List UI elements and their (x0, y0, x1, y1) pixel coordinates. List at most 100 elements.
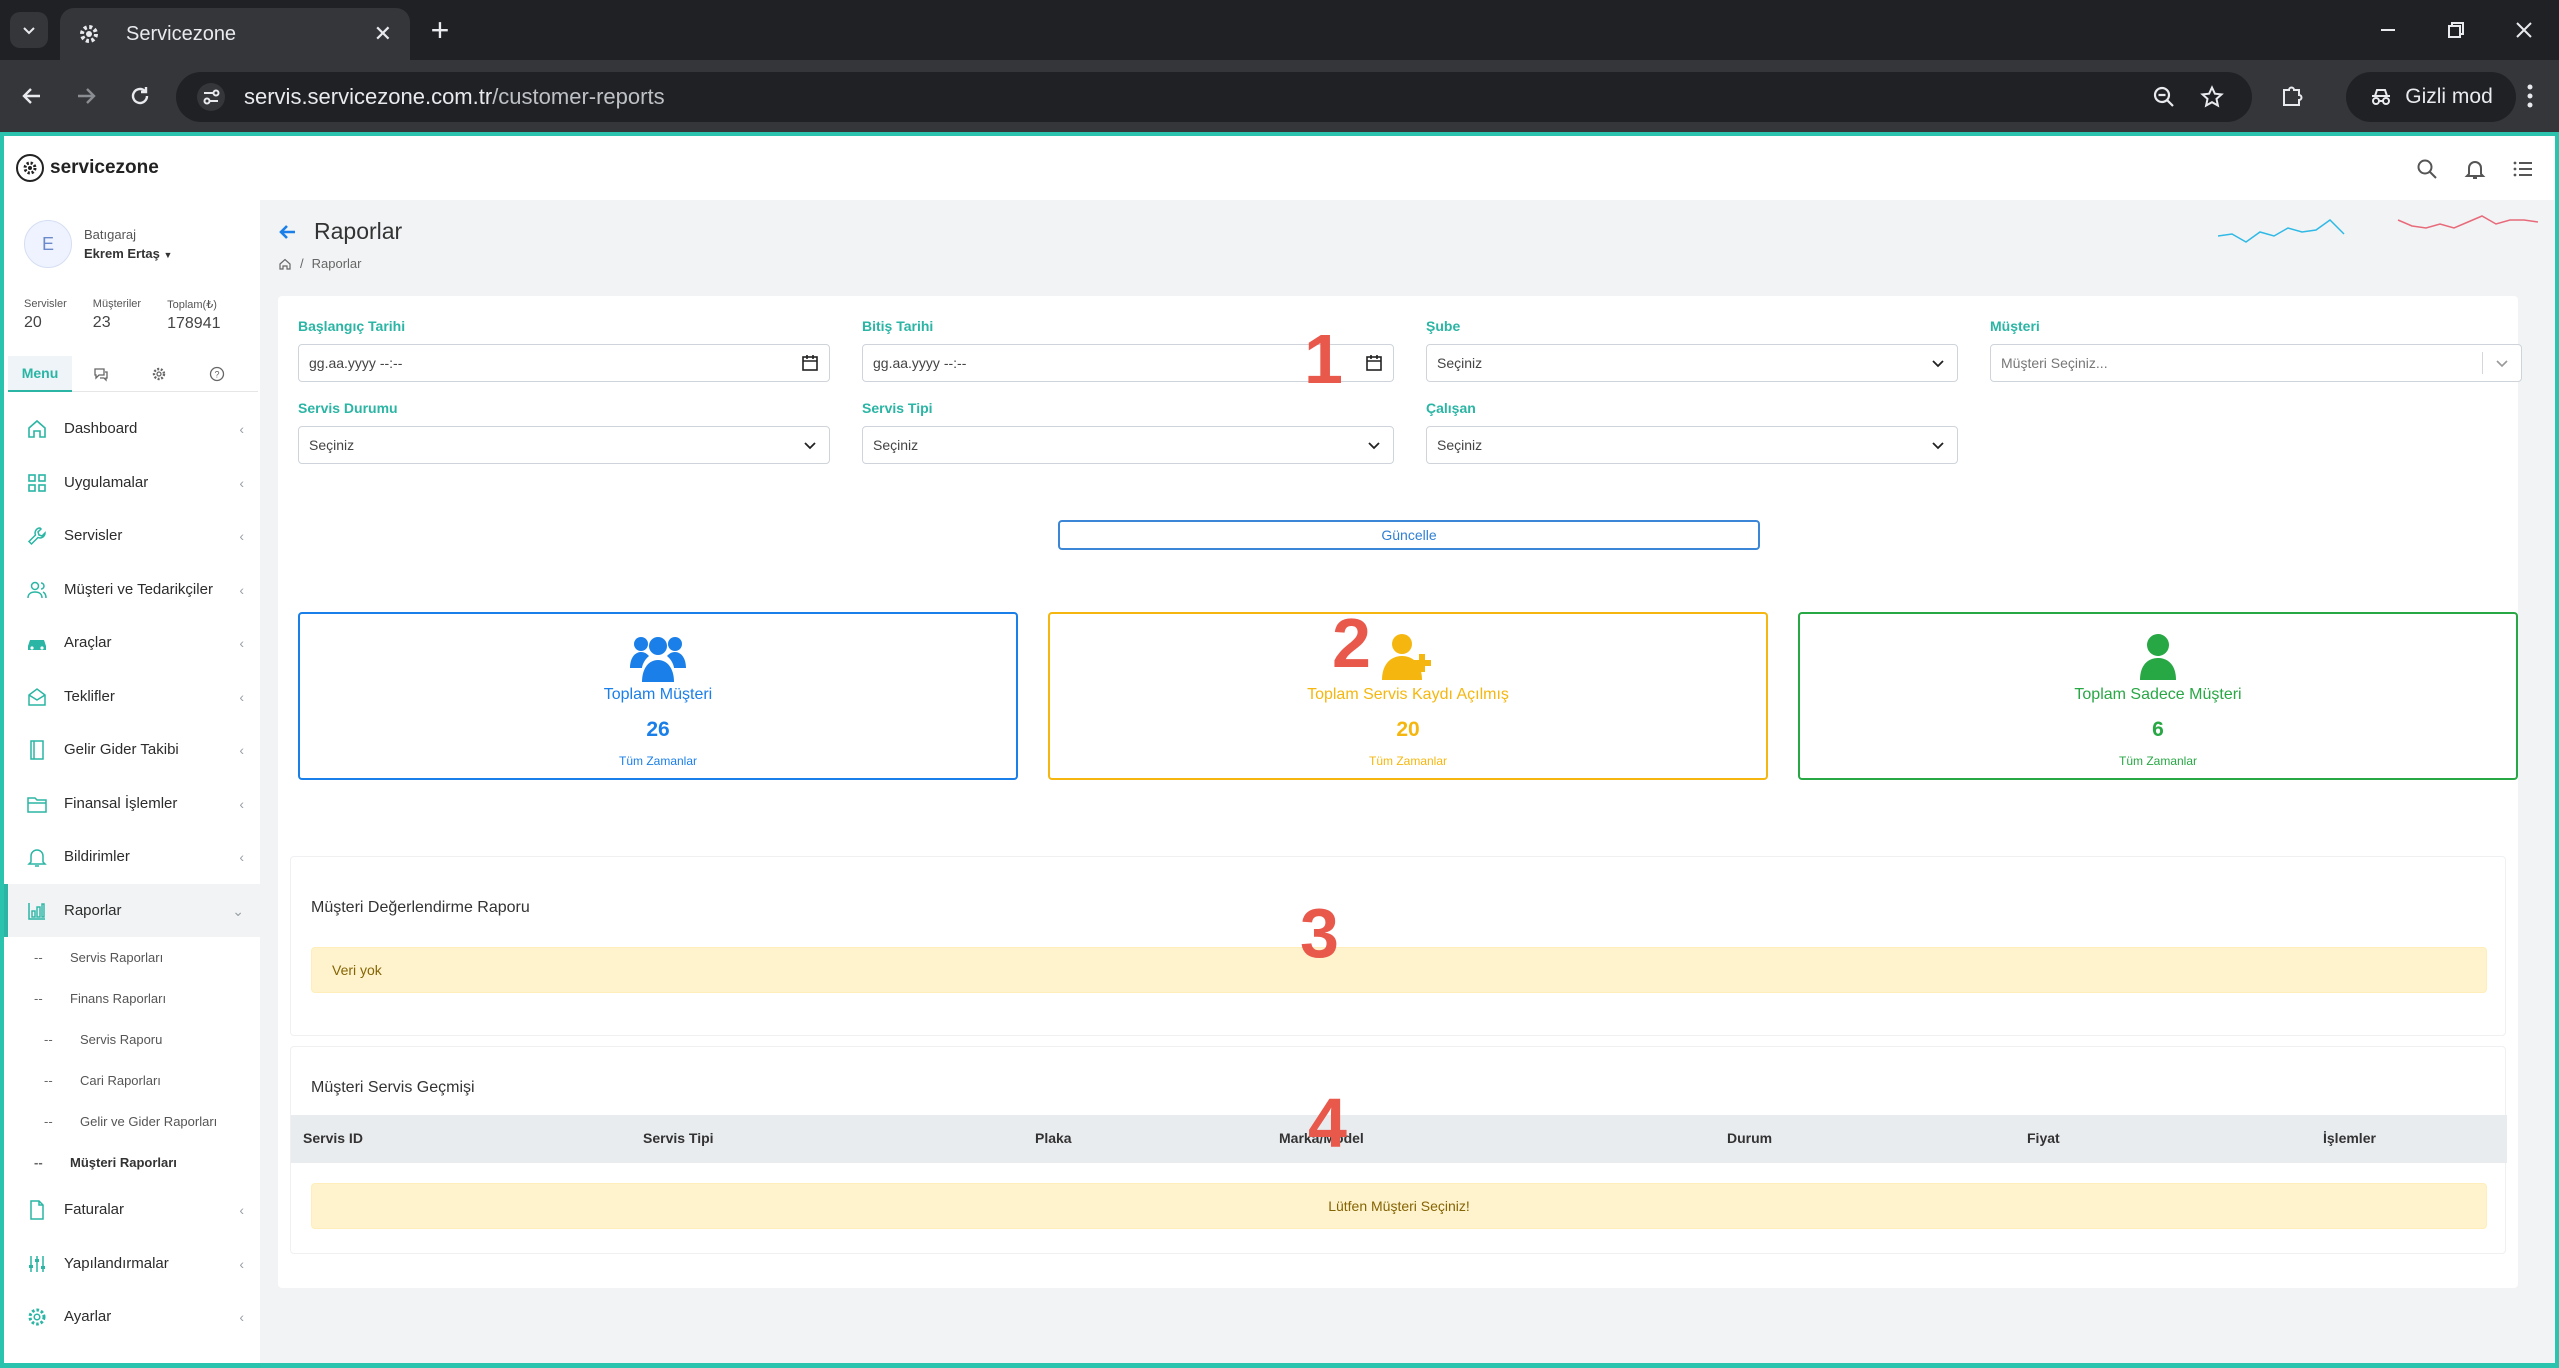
sidebar-item-apps[interactable]: Uygulamalar ‹ (4, 456, 260, 510)
card-value: 26 (646, 718, 670, 741)
reload-button[interactable] (120, 76, 160, 116)
avatar[interactable]: E (24, 220, 72, 268)
bell-icon (2464, 161, 2486, 179)
submenu-item-account-reports[interactable]: -- Cari Raporları (4, 1060, 260, 1101)
service-type-value: Seçiniz (873, 437, 919, 453)
logo[interactable]: servicezone (16, 154, 159, 182)
start-date-value: gg.aa.yyyy --:-- (309, 355, 403, 371)
browser-tab-bar: Servicezone ✕ + (0, 0, 2559, 60)
zoom-button[interactable] (2144, 77, 2184, 117)
branch-select[interactable]: Seçiniz (1426, 344, 1958, 382)
sidebar-item-settings[interactable]: Ayarlar ‹ (4, 1290, 260, 1344)
sidebar-item-configurations[interactable]: Yapılandırmalar ‹ (4, 1237, 260, 1291)
submenu-item-label: Müşteri Raporları (70, 1155, 177, 1170)
submenu-item-income-expense-reports[interactable]: -- Gelir ve Gider Raporları (4, 1101, 260, 1142)
tab-menu[interactable]: Menu (8, 356, 72, 392)
back-arrow-icon[interactable] (278, 222, 298, 242)
sidebar-item-vehicles[interactable]: Araçlar ‹ (4, 616, 260, 670)
browser-tab[interactable]: Servicezone ✕ (60, 8, 410, 60)
service-status-label: Servis Durumu (298, 400, 398, 416)
bookmark-button[interactable] (2192, 77, 2232, 117)
submenu-item-label: Servis Raporu (80, 1032, 163, 1047)
arrow-right-icon (78, 88, 96, 104)
new-tab-button[interactable]: + (420, 10, 460, 50)
column-header[interactable]: İşlemler (2323, 1130, 2376, 1146)
chevron-left-icon: ‹ (239, 795, 244, 812)
submenu-item-service-report[interactable]: -- Servis Raporu (4, 1019, 260, 1060)
tab-settings[interactable] (130, 356, 188, 392)
sidebar-item-services[interactable]: Servisler ‹ (4, 509, 260, 563)
gear-icon (80, 25, 98, 43)
sidebar-item-dashboard[interactable]: Dashboard ‹ (4, 402, 260, 456)
sidebar-item-reports[interactable]: Raporlar ⌄ (4, 883, 260, 937)
calendar-icon[interactable] (801, 354, 819, 372)
minimize-button[interactable] (2358, 12, 2418, 48)
list-icon (2513, 161, 2532, 177)
start-date-input[interactable]: gg.aa.yyyy --:-- (298, 344, 830, 382)
back-button[interactable] (12, 76, 52, 116)
sidebar-item-financial[interactable]: Finansal İşlemler ‹ (4, 777, 260, 831)
calendar-icon[interactable] (1365, 354, 1383, 372)
sidebar-item-label: Uygulamalar (64, 473, 149, 491)
submenu-item-customer-reports[interactable]: -- Müşteri Raporları (4, 1142, 260, 1183)
site-settings-icon[interactable] (196, 82, 226, 112)
annotation-number: 3 (1300, 894, 1339, 972)
user-profile[interactable]: E Batıgaraj Ekrem Ertaş ▼ (24, 220, 172, 268)
search-icon (2417, 159, 2437, 179)
sidebar-item-income-expense[interactable]: Gelir Gider Takibi ‹ (4, 723, 260, 777)
browser-menu-button[interactable] (2512, 76, 2548, 116)
employee-select[interactable]: Seçiniz (1426, 426, 1958, 464)
forward-button[interactable] (66, 76, 106, 116)
sidebar-item-label: Teklifler (64, 687, 115, 705)
sidebar-item-offers[interactable]: Teklifler ‹ (4, 670, 260, 724)
column-header[interactable]: Servis ID (303, 1130, 363, 1146)
home-icon[interactable] (278, 257, 292, 271)
customer-label: Müşteri (1990, 318, 2040, 334)
rating-report-section: Müşteri Değerlendirme Raporu Veri yok (290, 856, 2506, 1036)
column-header[interactable]: Fiyat (2027, 1130, 2060, 1146)
table-header: Servis ID Servis Tipi Plaka Marka/Model … (291, 1115, 2507, 1163)
card-subtitle: Tüm Zamanlar (2118, 754, 2198, 768)
service-status-select[interactable]: Seçiniz (298, 426, 830, 464)
tab-search-button[interactable] (10, 12, 48, 48)
extensions-button[interactable] (2272, 76, 2312, 116)
chevron-down-icon (1368, 442, 1380, 450)
profile-user-dropdown[interactable]: Ekrem Ertaş ▼ (84, 246, 172, 261)
incognito-indicator[interactable]: Gizli mod (2346, 72, 2516, 122)
close-tab-icon[interactable]: ✕ (374, 21, 392, 47)
sidebar-item-notifications[interactable]: Bildirimler ‹ (4, 830, 260, 884)
submenu-item-service-reports[interactable]: -- Servis Raporları (4, 937, 260, 978)
chevron-left-icon: ‹ (239, 742, 244, 758)
page-viewport: servicezone E Batıgaraj Ekrem Ertaş ▼ Se… (0, 132, 2559, 1368)
tab-help[interactable]: ? (188, 356, 246, 392)
search-button[interactable] (2412, 154, 2442, 184)
sidebar-item-label: Servisler (64, 527, 123, 545)
column-header[interactable]: Durum (1727, 1130, 1772, 1146)
customer-select[interactable]: Müşteri Seçiniz... (1990, 344, 2522, 382)
service-history-empty-alert: Lütfen Müşteri Seçiniz! (311, 1183, 2487, 1229)
address-bar[interactable]: servis.servicezone.com.tr/customer-repor… (176, 72, 2252, 122)
stat-value: 178941 (167, 315, 221, 332)
service-type-select[interactable]: Seçiniz (862, 426, 1394, 464)
rating-report-title: Müşteri Değerlendirme Raporu (311, 899, 530, 916)
column-header[interactable]: Servis Tipi (643, 1130, 714, 1146)
logo-gear-icon (16, 154, 44, 182)
sidebar: E Batıgaraj Ekrem Ertaş ▼ Servisler 20 M… (4, 200, 260, 1363)
update-button[interactable]: Güncelle (1058, 520, 1760, 550)
card-subtitle: Tüm Zamanlar (618, 754, 698, 768)
restore-button[interactable] (2426, 12, 2486, 48)
sidebar-item-label: Dashboard (64, 420, 138, 438)
close-window-button[interactable] (2494, 12, 2554, 48)
sidebar-tabs: Menu ? (8, 356, 258, 392)
submenu-item-label: Gelir ve Gider Raporları (80, 1114, 218, 1129)
sidebar-item-invoices[interactable]: Faturalar ‹ (4, 1183, 260, 1237)
submenu-item-finance-reports[interactable]: -- Finans Raporları (4, 978, 260, 1019)
column-header[interactable]: Plaka (1035, 1130, 1072, 1146)
annotation-number: 2 (1332, 604, 1371, 682)
list-menu-button[interactable] (2508, 154, 2538, 184)
notifications-button[interactable] (2460, 154, 2490, 184)
breadcrumb: / Raporlar (278, 256, 361, 271)
stat-label: Müşteriler (92, 298, 142, 310)
sidebar-item-customers-suppliers[interactable]: Müşteri ve Tedarikçiler ‹ (4, 563, 260, 617)
tab-chat[interactable] (72, 356, 130, 392)
